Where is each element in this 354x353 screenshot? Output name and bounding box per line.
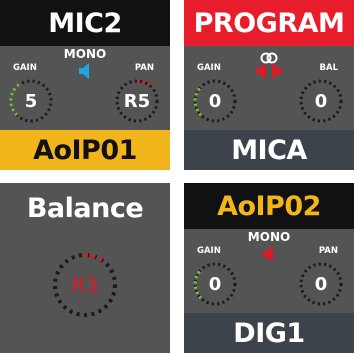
balance-big-knob[interactable]: R3 bbox=[45, 245, 125, 325]
balance-knob[interactable]: 0 bbox=[296, 76, 346, 126]
channel-title: AoIP02 bbox=[184, 183, 354, 229]
source-label: MICA bbox=[184, 130, 354, 170]
gain-value: 5 bbox=[24, 90, 38, 112]
pan-knob[interactable]: R5 bbox=[112, 76, 162, 126]
channel-tile-program[interactable]: PROGRAM GAIN BAL 0 0 MICA bbox=[184, 0, 354, 170]
balance-value: 0 bbox=[314, 90, 328, 112]
pan-knob[interactable]: 0 bbox=[296, 259, 346, 309]
mode-label: MONO bbox=[63, 47, 107, 61]
channel-tile-aoip02[interactable]: AoIP02 MONO GAIN PAN 0 0 DIG1 bbox=[184, 183, 354, 353]
gain-value: 0 bbox=[208, 273, 222, 295]
source-label: AoIP01 bbox=[0, 130, 170, 170]
source-label: DIG1 bbox=[184, 313, 354, 353]
balance-big-value: R3 bbox=[71, 273, 99, 297]
balance-tile[interactable]: Balance R3 bbox=[0, 183, 170, 353]
mono-speaker-icon bbox=[255, 245, 283, 263]
gain-label: GAIN bbox=[197, 246, 221, 256]
stereo-link-icon bbox=[260, 49, 278, 64]
channel-title: PROGRAM bbox=[184, 0, 354, 46]
stereo-speaker-icon bbox=[255, 62, 283, 80]
gain-label: GAIN bbox=[197, 63, 221, 73]
tile-title: Balance bbox=[0, 185, 170, 231]
gain-knob[interactable]: 0 bbox=[190, 76, 240, 126]
pan-value: R5 bbox=[123, 90, 151, 112]
pan-value: 0 bbox=[314, 273, 328, 295]
gain-value: 0 bbox=[208, 90, 222, 112]
pan-label: PAN bbox=[318, 246, 338, 256]
pan-label: PAN bbox=[134, 63, 154, 73]
channel-tile-mic2[interactable]: MIC2 MONO GAIN PAN 5 R5 AoIP01 bbox=[0, 0, 170, 170]
gain-label: GAIN bbox=[13, 63, 37, 73]
channel-title: MIC2 bbox=[0, 0, 170, 46]
mode-label: MONO bbox=[247, 230, 291, 244]
gain-knob[interactable]: 5 bbox=[6, 76, 56, 126]
mono-speaker-icon bbox=[71, 62, 99, 80]
gain-knob[interactable]: 0 bbox=[190, 259, 240, 309]
balance-label: BAL bbox=[319, 63, 338, 73]
